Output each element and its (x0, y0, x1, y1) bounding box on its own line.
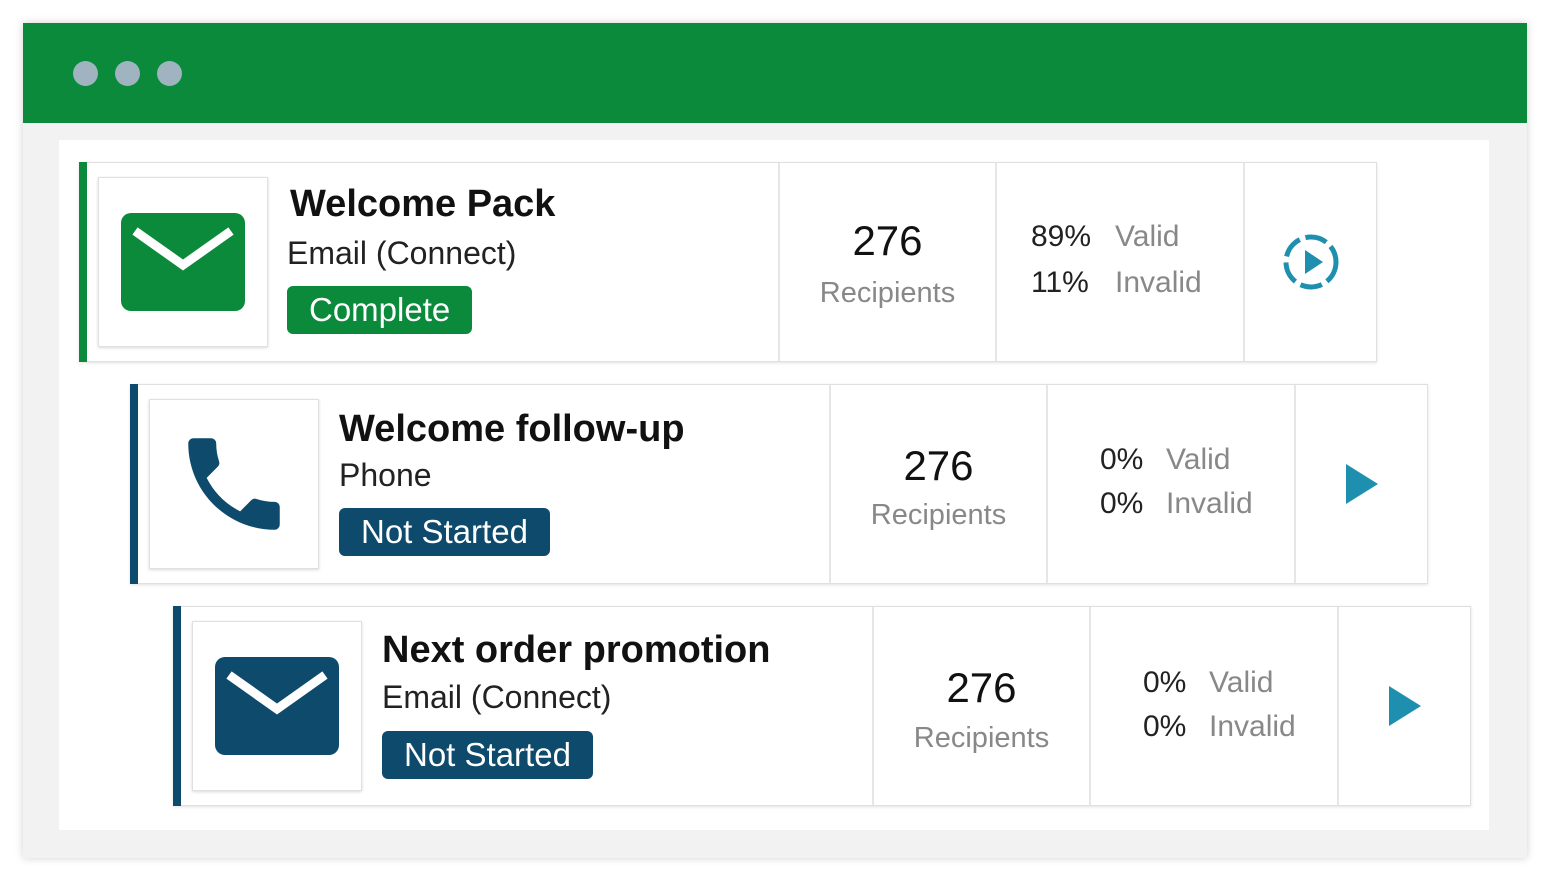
campaign-title: Next order promotion (382, 629, 771, 671)
window-dot[interactable] (115, 61, 140, 86)
channel-icon-box (98, 177, 268, 347)
valid-percent: 0% (1100, 443, 1144, 476)
replay-button[interactable] (1243, 163, 1376, 361)
recipient-label: Recipients (819, 277, 956, 309)
validity-cell: 0% Valid 0% Invalid (1089, 607, 1337, 805)
status-accent-bar (173, 606, 181, 806)
play-button[interactable] (1337, 607, 1470, 805)
valid-label: Valid (1115, 220, 1180, 253)
window-titlebar (23, 23, 1527, 123)
invalid-percent: 0% (1143, 710, 1187, 743)
channel-icon-box (192, 621, 362, 791)
valid-label: Valid (1209, 666, 1274, 699)
invalid-label: Invalid (1166, 487, 1253, 520)
valid-percent: 0% (1143, 666, 1187, 699)
campaign-channel: Phone (339, 457, 432, 493)
recipients-cell: 276 Recipients (872, 607, 1089, 805)
campaign-row-next-order-promotion[interactable]: Next order promotion Email (Connect) Not… (173, 606, 1471, 806)
status-badge: Not Started (382, 731, 593, 779)
campaign-channel: Email (Connect) (287, 235, 517, 271)
recipient-count: 276 (903, 442, 974, 489)
valid-percent: 89% (1031, 220, 1092, 253)
envelope-icon (121, 213, 245, 311)
status-badge: Not Started (339, 508, 550, 556)
validity-cell: 0% Valid 0% Invalid (1046, 385, 1294, 583)
replay-icon (1283, 234, 1338, 290)
status-accent-bar (79, 162, 87, 362)
recipient-count: 276 (852, 217, 923, 264)
campaign-list: Welcome Pack Email (Connect) Complete 27… (59, 140, 1489, 830)
invalid-label: Invalid (1209, 710, 1296, 743)
invalid-percent: 11% (1031, 266, 1089, 299)
window-dot[interactable] (73, 61, 98, 86)
recipient-count: 276 (946, 664, 1017, 711)
window-dot[interactable] (157, 61, 182, 86)
invalid-percent: 0% (1100, 487, 1144, 520)
phone-icon (188, 438, 280, 530)
status-badge: Complete (287, 286, 473, 334)
app-window: Welcome Pack Email (Connect) Complete 27… (23, 23, 1527, 858)
campaign-row-welcome-follow-up[interactable]: Welcome follow-up Phone Not Started 276 … (130, 384, 1428, 584)
play-icon (1345, 464, 1378, 504)
play-icon (1388, 686, 1421, 726)
campaign-title: Welcome Pack (290, 183, 556, 225)
recipient-label: Recipients (870, 499, 1007, 531)
campaign-row-welcome-pack[interactable]: Welcome Pack Email (Connect) Complete 27… (79, 162, 1377, 362)
campaign-channel: Email (Connect) (382, 679, 612, 715)
validity-cell: 89% Valid 11% Invalid (995, 163, 1243, 361)
play-button[interactable] (1294, 385, 1427, 583)
recipients-cell: 276 Recipients (829, 385, 1046, 583)
status-accent-bar (130, 384, 138, 584)
campaign-title: Welcome follow-up (339, 408, 685, 450)
channel-icon-box (149, 399, 319, 569)
recipient-label: Recipients (913, 722, 1050, 754)
recipients-cell: 276 Recipients (778, 163, 995, 361)
valid-label: Valid (1166, 443, 1231, 476)
invalid-label: Invalid (1115, 266, 1202, 299)
envelope-icon (215, 657, 339, 755)
